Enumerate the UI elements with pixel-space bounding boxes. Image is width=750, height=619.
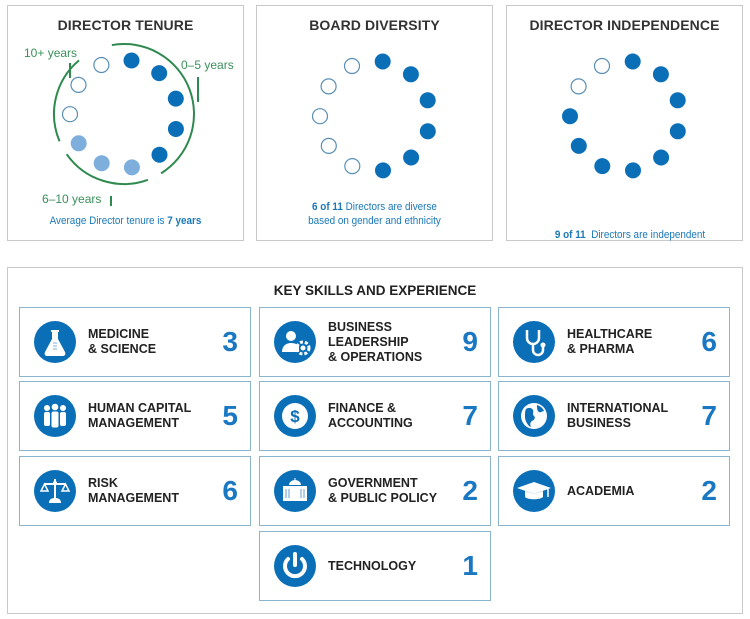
skill-count: 5 [222, 400, 238, 431]
stethoscope-icon [513, 321, 555, 363]
diversity-dot-dark [402, 66, 419, 83]
diversity-dot-dark [375, 162, 391, 179]
key-skills-panel: KEY SKILLS AND EXPERIENCE MEDICINE & SCI… [7, 267, 743, 614]
skill-tile: HEALTHCARE & PHARMA 6 [498, 307, 730, 377]
tenure-average-value: 7 years [167, 215, 202, 227]
dollar-icon: $ [274, 395, 316, 437]
independence-dot-dark [570, 137, 587, 154]
skill-tile: ACADEMIA 2 [498, 456, 730, 526]
diversity-caption-line2: based on gender and ethnicity [308, 215, 441, 227]
skill-tile: TECHNOLOGY 1 [259, 531, 491, 601]
tenure-dot-dark [151, 146, 168, 163]
tenure-dot-outline [70, 76, 87, 94]
diversity-dot-outline [320, 137, 337, 154]
independence-dot-dark [669, 92, 686, 109]
skill-count: 9 [462, 326, 478, 357]
independence-caption: 9 of 11 Directors are independent [519, 214, 731, 256]
diversity-dot-dark [419, 123, 436, 140]
skill-tile: GOVERNMENT & PUBLIC POLICY 2 [259, 456, 491, 526]
skill-label: FINANCE & ACCOUNTING [328, 401, 413, 430]
tenure-label-0-5: 0–5 years [181, 58, 234, 72]
diversity-dot-dark [403, 149, 420, 166]
capitol-icon [274, 470, 316, 512]
skill-count: 6 [701, 326, 717, 357]
skill-label: RISK MANAGEMENT [88, 476, 179, 505]
tenure-dot-dark [167, 90, 184, 107]
skill-label: ACADEMIA [567, 483, 635, 498]
independence-dot-dark [562, 108, 578, 125]
independence-dot-outline [593, 57, 611, 75]
diversity-dot-outline [343, 57, 361, 75]
svg-text:$: $ [290, 407, 300, 426]
tenure-dot-outline [93, 56, 110, 74]
director-tenure-panel: DIRECTOR TENURE 10+ years 0–5 years 6–10… [7, 5, 244, 241]
diversity-dot-outline [344, 158, 361, 175]
tenure-dot-light [70, 135, 87, 152]
independence-caption-text: Directors are independent [585, 229, 706, 241]
skill-tile: $ FINANCE & ACCOUNTING 7 [259, 381, 491, 451]
skill-count: 1 [462, 550, 478, 581]
diversity-dot-dark [419, 92, 436, 109]
tenure-label-6-10: 6–10 years [42, 192, 102, 206]
person-gear-icon [274, 321, 316, 363]
skill-count: 7 [701, 400, 717, 431]
skill-count: 7 [462, 400, 478, 431]
tenure-caption-text: Average Director tenure is [49, 215, 168, 227]
tenure-dot-outline [61, 106, 79, 123]
flask-icon [34, 321, 76, 363]
skill-tile: BUSINESS LEADERSHIP & OPERATIONS 9 [259, 307, 491, 377]
people-icon [34, 395, 76, 437]
skill-label: INTERNATIONAL BUSINESS [567, 401, 669, 430]
skill-label: TECHNOLOGY [328, 558, 417, 573]
board-diversity-panel: BOARD DIVERSITY 6 of 11 Directors are di… [256, 5, 493, 241]
skill-label: HUMAN CAPITAL MANAGEMENT [88, 401, 192, 430]
skill-tile: INTERNATIONAL BUSINESS 7 [498, 381, 730, 451]
skill-label: BUSINESS LEADERSHIP & OPERATIONS [328, 319, 423, 364]
independence-dot-dark [652, 66, 669, 83]
tenure-caption: Average Director tenure is 7 years [20, 214, 232, 228]
power-icon [274, 545, 316, 587]
director-independence-panel: DIRECTOR INDEPENDENCE 9 of 11 Directors … [506, 5, 743, 241]
skill-label: MEDICINE & SCIENCE [88, 327, 157, 356]
diversity-caption-line1: Directors are diverse [342, 201, 437, 213]
independence-count: 9 of 11 [554, 229, 586, 241]
globe-icon [513, 395, 555, 437]
tenure-dot-dark [151, 65, 168, 82]
independence-dot-ring [562, 53, 686, 179]
skill-tile: MEDICINE & SCIENCE 3 [19, 307, 251, 377]
tenure-dot-dark [123, 52, 140, 69]
skill-count: 6 [222, 475, 238, 506]
independence-dot-dark [594, 158, 611, 175]
skill-tile: HUMAN CAPITAL MANAGEMENT 5 [19, 381, 251, 451]
graduation-cap-icon [513, 470, 555, 512]
skill-count: 2 [462, 475, 478, 506]
skill-label: HEALTHCARE & PHARMA [567, 327, 653, 356]
tenure-dot-ring [53, 43, 199, 206]
tenure-bracket-10-plus [53, 59, 80, 142]
tenure-dot-light [123, 159, 140, 176]
skill-count: 3 [222, 326, 238, 357]
skill-label: GOVERNMENT & PUBLIC POLICY [328, 476, 438, 505]
tenure-dot-dark [167, 121, 184, 137]
skill-tile: RISK MANAGEMENT 6 [19, 456, 251, 526]
diversity-dot-dark [374, 53, 391, 70]
independence-dot-dark [624, 53, 641, 70]
diversity-count: 6 of 11 [312, 201, 343, 213]
skill-count: 2 [701, 475, 717, 506]
independence-dot-dark [669, 123, 686, 140]
diversity-caption: 6 of 11 Directors are diverse based on g… [269, 200, 481, 228]
independence-dot-outline [570, 78, 587, 95]
diversity-dot-outline [311, 108, 329, 125]
diversity-dot-outline [320, 78, 337, 95]
tenure-label-10-plus: 10+ years [24, 46, 78, 60]
independence-dot-dark [653, 149, 670, 166]
tenure-dot-light [93, 155, 110, 172]
scales-icon [34, 470, 76, 512]
key-skills-title: KEY SKILLS AND EXPERIENCE [273, 283, 477, 298]
independence-dot-dark [625, 162, 641, 179]
